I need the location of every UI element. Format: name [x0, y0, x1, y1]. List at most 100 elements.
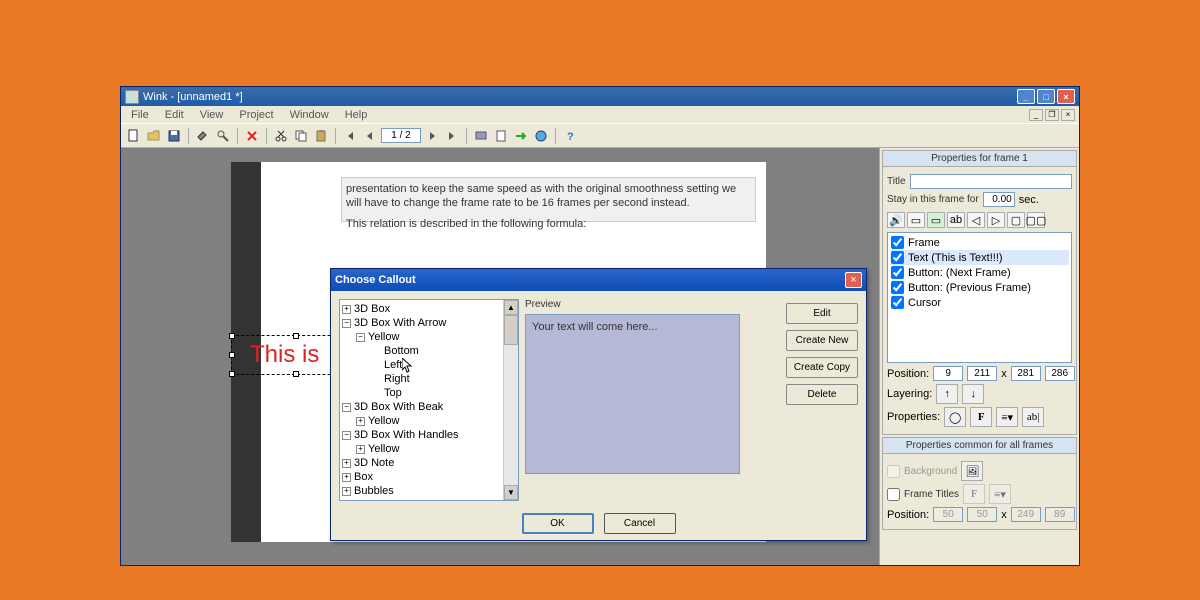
expand-icon[interactable]: + — [342, 473, 351, 482]
copy-icon[interactable] — [292, 127, 310, 145]
tree-3dbox-beak[interactable]: 3D Box With Beak — [354, 401, 443, 413]
pos-h-input[interactable] — [1045, 366, 1075, 381]
tree-3dbox[interactable]: 3D Box — [354, 303, 390, 315]
callout-text: This is — [250, 341, 319, 369]
textbox-icon[interactable]: ab — [947, 212, 965, 228]
callout-tree[interactable]: +3D Box −3D Box With Arrow −Yellow Botto… — [339, 299, 519, 501]
align-button[interactable]: ≡▾ — [996, 407, 1018, 427]
edit-text-button[interactable]: ab| — [1022, 407, 1044, 427]
mdi-close-button[interactable]: × — [1061, 109, 1075, 121]
callout-type1-icon[interactable]: ▭ — [907, 212, 925, 228]
scroll-up-icon[interactable]: ▲ — [504, 300, 518, 315]
collapse-icon[interactable]: − — [356, 333, 365, 342]
background-image-button[interactable]: 🖼 — [961, 461, 983, 481]
button-prev-icon[interactable]: ◁ — [967, 212, 985, 228]
expand-icon[interactable]: + — [356, 417, 365, 426]
menu-edit[interactable]: Edit — [159, 107, 190, 123]
menu-help[interactable]: Help — [339, 107, 374, 123]
menu-project[interactable]: Project — [233, 107, 279, 123]
cut-icon[interactable] — [272, 127, 290, 145]
layer-up-button[interactable]: ↑ — [936, 384, 958, 404]
tree-3dbox-handles[interactable]: 3D Box With Handles — [354, 429, 459, 441]
expand-icon[interactable]: + — [342, 501, 351, 502]
chk-cursor-label: Cursor — [908, 297, 941, 309]
tree-3dnote[interactable]: 3D Note — [354, 457, 394, 469]
pos-y-input[interactable] — [967, 366, 997, 381]
tree-roadsign[interactable]: Road Sign — [354, 499, 405, 501]
pos-x-input[interactable] — [933, 366, 963, 381]
chk-frametitles[interactable] — [887, 488, 900, 501]
expand-icon[interactable]: + — [356, 445, 365, 454]
titlebar[interactable]: Wink - [unnamed1 *] _ □ × — [121, 87, 1079, 106]
expand-icon[interactable]: + — [342, 487, 351, 496]
title-input[interactable] — [910, 174, 1072, 189]
first-icon[interactable] — [341, 127, 359, 145]
mdi-restore-button[interactable]: ❐ — [1045, 109, 1059, 121]
create-copy-button[interactable]: Create Copy — [786, 357, 858, 378]
callout-type2-icon[interactable]: ▭ — [927, 212, 945, 228]
maximize-button[interactable]: □ — [1037, 89, 1055, 104]
dialog-titlebar[interactable]: Choose Callout × — [331, 269, 866, 291]
new-icon[interactable] — [125, 127, 143, 145]
menu-view[interactable]: View — [194, 107, 230, 123]
pos-w-input[interactable] — [1011, 366, 1041, 381]
delete-icon[interactable] — [243, 127, 261, 145]
screen-icon[interactable] — [472, 127, 490, 145]
close-button[interactable]: × — [1057, 89, 1075, 104]
cancel-button[interactable]: Cancel — [604, 513, 676, 534]
tree-right[interactable]: Right — [384, 373, 410, 385]
edit-button[interactable]: Edit — [786, 303, 858, 324]
expand-icon[interactable]: + — [342, 305, 351, 314]
paste-icon[interactable] — [312, 127, 330, 145]
button-next-icon[interactable]: ▷ — [987, 212, 1005, 228]
help-icon[interactable]: ? — [561, 127, 579, 145]
mdi-minimize-button[interactable]: _ — [1029, 109, 1043, 121]
goto-icon[interactable]: ▢ — [1007, 212, 1025, 228]
collapse-icon[interactable]: − — [342, 319, 351, 328]
scroll-thumb[interactable] — [504, 315, 518, 345]
wrench-icon[interactable] — [214, 127, 232, 145]
arrow-right-icon[interactable] — [512, 127, 530, 145]
font-button[interactable]: F — [970, 407, 992, 427]
chk-cursor[interactable] — [891, 296, 904, 309]
open-icon[interactable] — [145, 127, 163, 145]
menu-file[interactable]: File — [125, 107, 155, 123]
tree-yellow1[interactable]: Yellow — [368, 331, 399, 343]
collapse-icon[interactable]: − — [342, 403, 351, 412]
prev-icon[interactable] — [361, 127, 379, 145]
callout-prop-button[interactable]: ◯ — [944, 407, 966, 427]
tree-scrollbar[interactable]: ▲ ▼ — [503, 300, 518, 500]
tree-bottom[interactable]: Bottom — [384, 345, 419, 357]
tree-left[interactable]: Left — [384, 359, 402, 371]
menu-window[interactable]: Window — [284, 107, 335, 123]
delete-button[interactable]: Delete — [786, 384, 858, 405]
ok-button[interactable]: OK — [522, 513, 594, 534]
chk-frame[interactable] — [891, 236, 904, 249]
globe-icon[interactable] — [532, 127, 550, 145]
last-icon[interactable] — [443, 127, 461, 145]
expand-icon[interactable]: + — [342, 459, 351, 468]
save-icon[interactable] — [165, 127, 183, 145]
stay-input[interactable] — [983, 192, 1015, 207]
minimize-button[interactable]: _ — [1017, 89, 1035, 104]
audio-icon[interactable]: 🔊 — [887, 212, 905, 228]
next-icon[interactable] — [423, 127, 441, 145]
tree-3dbox-arrow[interactable]: 3D Box With Arrow — [354, 317, 446, 329]
tree-box[interactable]: Box — [354, 471, 373, 483]
chk-prev[interactable] — [891, 281, 904, 294]
link-icon[interactable]: ▢▢ — [1027, 212, 1045, 228]
collapse-icon[interactable]: − — [342, 431, 351, 440]
tree-top[interactable]: Top — [384, 387, 402, 399]
scroll-down-icon[interactable]: ▼ — [504, 485, 518, 500]
chk-text[interactable] — [891, 251, 904, 264]
create-new-button[interactable]: Create New — [786, 330, 858, 351]
layer-down-button[interactable]: ↓ — [962, 384, 984, 404]
chk-next[interactable] — [891, 266, 904, 279]
tree-bubbles[interactable]: Bubbles — [354, 485, 394, 497]
chk-background[interactable] — [887, 465, 900, 478]
dialog-close-button[interactable]: × — [845, 272, 862, 288]
tree-yellow3[interactable]: Yellow — [368, 443, 399, 455]
tree-yellow2[interactable]: Yellow — [368, 415, 399, 427]
page-icon[interactable] — [492, 127, 510, 145]
hammer-icon[interactable] — [194, 127, 212, 145]
